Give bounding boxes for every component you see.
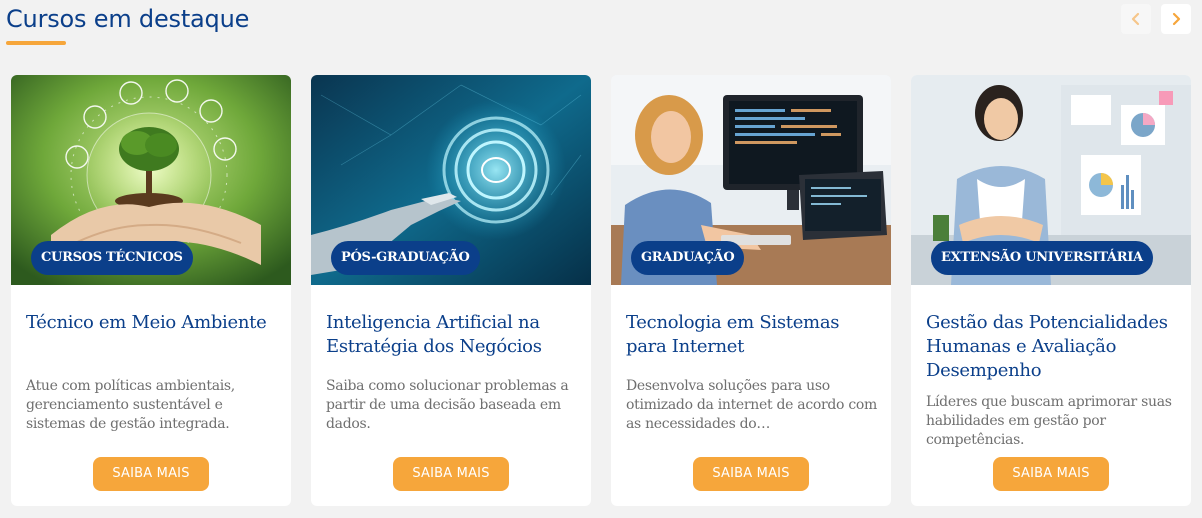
course-title[interactable]: Técnico em Meio Ambiente [26,311,281,335]
course-description: Atue com políticas ambientais, gerenciam… [26,378,235,432]
course-description: Saiba como solucionar problemas a partir… [326,378,569,432]
category-badge: EXTENSÃO UNIVERSITÁRIA [931,241,1153,275]
section-header: Cursos em destaque [6,4,1196,50]
category-badge: GRADUAÇÃO [631,241,745,275]
saiba-mais-button[interactable]: SAIBA MAIS [693,457,809,491]
course-image[interactable]: GRADUAÇÃO [611,75,891,285]
course-card[interactable]: EXTENSÃO UNIVERSITÁRIA Gestão das Potenc… [911,75,1191,506]
carousel-next-button[interactable] [1161,4,1191,34]
course-card[interactable]: CURSOS TÉCNICOS Técnico em Meio Ambiente… [11,75,291,506]
carousel-prev-button[interactable] [1121,4,1151,34]
title-underline [6,41,66,45]
saiba-mais-button[interactable]: SAIBA MAIS [393,457,509,491]
course-image[interactable]: PÓS-GRADUAÇÃO [311,75,591,285]
saiba-mais-button[interactable]: SAIBA MAIS [93,457,209,491]
course-image[interactable]: CURSOS TÉCNICOS [11,75,291,285]
category-badge: PÓS-GRADUAÇÃO [331,241,480,275]
course-description: Desenvolva soluções para uso otimizado d… [626,378,877,432]
course-description: Líderes que buscam aprimorar suas habili… [926,394,1172,448]
course-cards: CURSOS TÉCNICOS Técnico em Meio Ambiente… [11,75,1191,506]
section-title: Cursos em destaque [6,5,250,33]
course-card[interactable]: GRADUAÇÃO Tecnologia em Sistemas para In… [611,75,891,506]
category-badge: CURSOS TÉCNICOS [31,241,193,275]
chevron-left-icon [1131,12,1140,26]
course-title[interactable]: Inteligencia Artificial na Estratégia do… [326,311,581,359]
chevron-right-icon [1172,12,1181,26]
course-title[interactable]: Tecnologia em Sistemas para Internet [626,311,881,359]
course-card[interactable]: PÓS-GRADUAÇÃO Inteligencia Artificial na… [311,75,591,506]
course-title[interactable]: Gestão das Potencialidades Humanas e Ava… [926,311,1181,383]
saiba-mais-button[interactable]: SAIBA MAIS [993,457,1109,491]
course-image[interactable]: EXTENSÃO UNIVERSITÁRIA [911,75,1191,285]
